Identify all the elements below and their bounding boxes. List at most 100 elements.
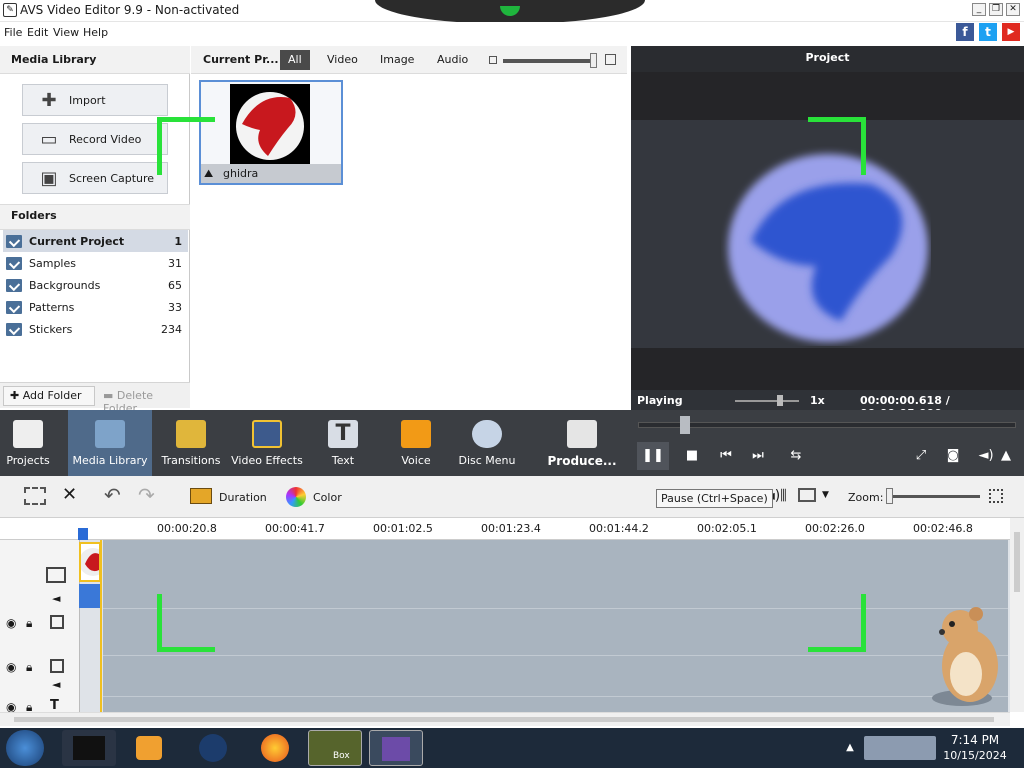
tool-text[interactable]: T Text bbox=[304, 410, 382, 476]
vertical-scroll-thumb[interactable] bbox=[1014, 532, 1020, 592]
tool-video-effects[interactable]: Video Effects bbox=[228, 410, 306, 476]
video-audio-mute-icon[interactable]: ◄ bbox=[52, 592, 60, 605]
storyboard-icon[interactable] bbox=[24, 487, 46, 505]
tab-video[interactable]: Video bbox=[319, 50, 366, 70]
media-item-ghidra[interactable]: ⛰ ghidra bbox=[199, 80, 343, 185]
folder-stickers[interactable]: Stickers 234 bbox=[3, 318, 188, 340]
slider-handle[interactable] bbox=[590, 53, 597, 68]
fit-zoom-icon[interactable] bbox=[989, 489, 1003, 503]
snapshot-button[interactable]: ◙ bbox=[937, 442, 969, 470]
dropdown-arrow-icon[interactable]: ▼ bbox=[822, 490, 829, 500]
monitor-icon: ▣ bbox=[40, 167, 58, 189]
seek-bar[interactable] bbox=[638, 422, 1016, 428]
folder-samples[interactable]: Samples 31 bbox=[3, 252, 188, 274]
taskbar-media-player-icon[interactable] bbox=[122, 730, 176, 766]
capture-corner-bottom-left bbox=[157, 594, 215, 652]
taskbar-terminal-icon[interactable] bbox=[62, 730, 116, 766]
zoom-slider-handle[interactable] bbox=[886, 488, 893, 504]
track-content-area[interactable] bbox=[103, 540, 1008, 712]
show-hidden-icons-button[interactable]: ▲ bbox=[840, 730, 860, 766]
large-thumbnail-icon[interactable] bbox=[605, 54, 616, 65]
color-wheel-icon[interactable] bbox=[286, 487, 306, 507]
facebook-icon[interactable]: f bbox=[956, 23, 974, 41]
duration-icon[interactable] bbox=[190, 488, 212, 504]
youtube-icon[interactable]: ▶ bbox=[1002, 23, 1020, 41]
timeline-ruler[interactable]: 00:00:20.8 00:00:41.7 00:01:02.5 00:01:2… bbox=[0, 518, 1010, 540]
zoom-slider[interactable] bbox=[888, 495, 980, 498]
small-thumbnail-icon[interactable] bbox=[489, 56, 497, 64]
lock-icon[interactable]: 🔒︎ bbox=[26, 660, 32, 675]
tool-media-library[interactable]: Media Library bbox=[68, 410, 152, 476]
timeline-clip-audio[interactable] bbox=[79, 584, 101, 608]
taskbar: Box ▲ 7:14 PM 10/15/2024 bbox=[0, 728, 1024, 768]
duration-button[interactable]: Duration bbox=[219, 491, 267, 504]
close-button[interactable]: ✕ bbox=[1006, 3, 1020, 16]
speed-slider[interactable] bbox=[735, 400, 799, 402]
zoom-label: Zoom: bbox=[848, 491, 884, 504]
clock-time[interactable]: 7:14 PM bbox=[950, 733, 1000, 747]
vertical-scrollbar[interactable] bbox=[1010, 518, 1024, 712]
taskbar-box-app[interactable]: Box bbox=[308, 730, 362, 766]
tab-all[interactable]: All bbox=[280, 50, 310, 70]
volume-menu-button[interactable]: ▲ bbox=[996, 442, 1016, 470]
timeline-clip-ghidra[interactable] bbox=[79, 542, 107, 582]
horizontal-scrollbar[interactable] bbox=[0, 712, 1010, 726]
video-track-icon bbox=[46, 567, 66, 583]
delete-icon[interactable]: ✕ bbox=[62, 484, 77, 505]
folder-current-project[interactable]: Current Project 1 bbox=[3, 230, 188, 252]
undo-icon[interactable]: ↶ bbox=[104, 483, 121, 507]
import-button[interactable]: ✚ Import bbox=[22, 84, 168, 116]
menu-file[interactable]: File bbox=[4, 26, 22, 39]
overlay-audio-icon[interactable]: ◄ bbox=[52, 678, 60, 691]
lock-icon[interactable]: 🔒︎ bbox=[26, 616, 32, 631]
loop-icon: ⇆ bbox=[790, 448, 802, 463]
aspect-ratio-icon[interactable] bbox=[798, 488, 816, 502]
taskbar-firefox-icon[interactable] bbox=[248, 730, 302, 766]
screen-capture-button[interactable]: ▣ Screen Capture bbox=[22, 162, 168, 194]
eye-icon[interactable]: ◉ bbox=[6, 660, 16, 674]
stop-button[interactable]: ■ bbox=[676, 442, 708, 470]
tool-produce[interactable]: Produce... bbox=[542, 410, 622, 476]
restore-button[interactable]: ❐ bbox=[989, 3, 1003, 16]
minimize-button[interactable]: _ bbox=[972, 3, 986, 16]
ruler-tick: 00:02:26.0 bbox=[805, 522, 865, 535]
tab-image[interactable]: Image bbox=[372, 50, 422, 70]
playhead-marker[interactable] bbox=[78, 528, 88, 540]
menu-help[interactable]: Help bbox=[83, 26, 108, 39]
transitions-icon bbox=[176, 420, 206, 448]
taskbar-avs-video-editor[interactable] bbox=[369, 730, 423, 766]
tab-audio[interactable]: Audio bbox=[429, 50, 476, 70]
previous-frame-button[interactable]: ⏮ bbox=[710, 442, 742, 470]
next-frame-button[interactable]: ⏭ bbox=[742, 442, 774, 470]
tool-disc-menu[interactable]: Disc Menu bbox=[448, 410, 526, 476]
redo-icon[interactable]: ↷ bbox=[138, 483, 155, 507]
tray-icons[interactable] bbox=[864, 736, 936, 760]
fullscreen-button[interactable]: ⤢ bbox=[905, 442, 937, 470]
seek-handle[interactable] bbox=[680, 416, 690, 434]
loop-button[interactable]: ⇆ bbox=[780, 442, 812, 470]
tool-transitions[interactable]: Transitions bbox=[152, 410, 230, 476]
folder-patterns[interactable]: Patterns 33 bbox=[3, 296, 188, 318]
menu-edit[interactable]: Edit bbox=[27, 26, 48, 39]
main-toolbar: Projects Media Library Transitions Video… bbox=[0, 410, 1024, 476]
add-folder-button[interactable]: ✚ Add Folder bbox=[3, 386, 95, 406]
horizontal-scroll-thumb[interactable] bbox=[14, 717, 994, 722]
clock-date[interactable]: 10/15/2024 bbox=[940, 749, 1010, 762]
start-button[interactable] bbox=[6, 730, 44, 766]
menu-view[interactable]: View bbox=[53, 26, 79, 39]
tool-projects[interactable]: Projects bbox=[0, 410, 56, 476]
tool-voice[interactable]: Voice bbox=[377, 410, 455, 476]
text-track-icon: T bbox=[50, 698, 59, 713]
playback-speed: 1x bbox=[810, 394, 825, 407]
folder-backgrounds[interactable]: Backgrounds 65 bbox=[3, 274, 188, 296]
eye-icon[interactable]: ◉ bbox=[6, 616, 16, 630]
pause-button[interactable]: ❚❚ bbox=[637, 442, 669, 470]
speed-slider-handle[interactable] bbox=[777, 395, 783, 406]
expand-icon: ⤢ bbox=[915, 448, 927, 463]
record-video-button[interactable]: ▭ Record Video bbox=[22, 123, 168, 155]
folder-icon bbox=[6, 256, 22, 270]
taskbar-ghidra-icon[interactable] bbox=[186, 730, 240, 766]
twitter-icon[interactable]: t bbox=[979, 23, 997, 41]
thumbnail-size-slider[interactable] bbox=[503, 59, 595, 63]
color-button[interactable]: Color bbox=[313, 491, 342, 504]
